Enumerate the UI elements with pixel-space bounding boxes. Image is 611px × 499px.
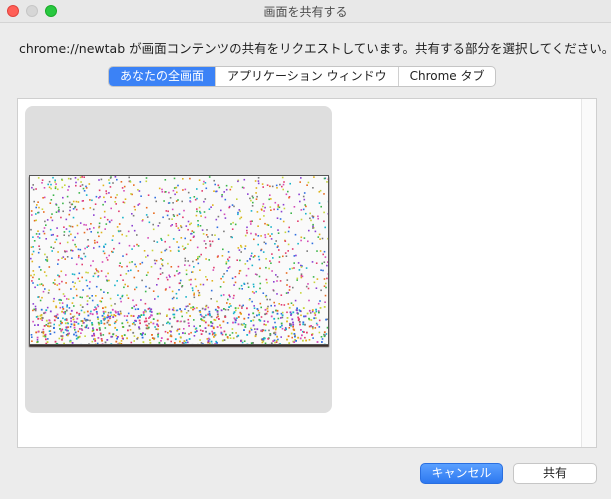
cancel-button[interactable]: キャンセル bbox=[420, 463, 503, 484]
screen-preview-image bbox=[30, 176, 328, 344]
tab-application-window[interactable]: アプリケーション ウィンドウ bbox=[215, 67, 398, 86]
window-title: 画面を共有する bbox=[263, 5, 348, 19]
share-request-message: chrome://newtab が画面コンテンツの共有をリクエストしています。共… bbox=[19, 41, 611, 56]
tab-entire-screen[interactable]: あなたの全画面 bbox=[109, 67, 216, 86]
window-titlebar: 画面を共有する bbox=[0, 0, 611, 23]
screen-thumbnail bbox=[29, 175, 329, 345]
source-selection-panel bbox=[17, 98, 597, 448]
screen-source-tile[interactable] bbox=[25, 106, 332, 413]
panel-scrollbar[interactable] bbox=[581, 99, 596, 447]
share-button[interactable]: 共有 bbox=[513, 463, 597, 484]
source-tab-control: あなたの全画面 アプリケーション ウィンドウ Chrome タブ bbox=[108, 66, 497, 87]
tab-chrome-tab[interactable]: Chrome タブ bbox=[397, 67, 496, 86]
